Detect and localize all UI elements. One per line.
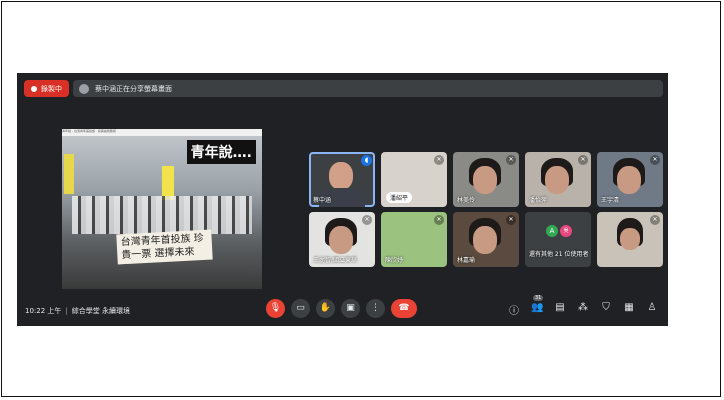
participant-video [329, 162, 353, 190]
bottom-bar: 10:22 上午 | 綜合學堂 永續環境 🎙 ▭ ✋ ▣ ⋮ ☎ ⓘ 31 👥 ▤… [17, 295, 668, 326]
mic-off-icon[interactable]: 🎙 [266, 299, 285, 318]
participant-tile[interactable]: ✕ 潘紹平 [381, 152, 447, 207]
participant-face [473, 166, 497, 194]
participant-name: 潘紹平 [386, 192, 413, 203]
mic-off-icon: ✕ [578, 155, 588, 165]
info-icon[interactable]: ⓘ [508, 302, 520, 317]
grid-icon[interactable]: ▦ [623, 302, 635, 317]
participant-name: 陳欣妤 [385, 257, 404, 264]
more-participants-tile[interactable]: A 吳 還有其他 21 位使用者 [525, 212, 591, 267]
call-controls: 🎙 ▭ ✋ ▣ ⋮ ☎ [266, 299, 417, 318]
crowd [72, 196, 252, 234]
meeting-details: 10:22 上午 | 綜合學堂 永續環境 [25, 306, 130, 316]
participant-face [329, 226, 353, 254]
participant-tile[interactable]: ✕ 王宇清 [597, 152, 663, 207]
meet-window: 錄製中 蔡中涵正在分享螢幕畫面 青年說 - 台灣青年首投族 · 投票議題簡報 台… [17, 73, 668, 326]
participant-avatar: A [546, 225, 558, 237]
shared-window-title: 青年說 - 台灣青年首投族 · 投票議題簡報 [62, 129, 262, 136]
mic-off-icon: ✕ [362, 215, 372, 225]
protest-banner: 台灣青年首投族 珍貴一票 選擇未來 [116, 229, 213, 265]
participant-face [545, 166, 569, 194]
participant-tile[interactable]: ✕ 王麗智/國立東華 [309, 212, 375, 267]
people-icon[interactable]: 31 👥 [531, 295, 543, 317]
raise-hand-icon[interactable]: ✋ [316, 299, 335, 318]
participant-face [473, 226, 497, 254]
participant-tile[interactable]: ✕ 陳欣妤 [381, 212, 447, 267]
more-icon[interactable]: ⋮ [366, 299, 385, 318]
presenter-avatar [79, 83, 89, 94]
recording-badge[interactable]: 錄製中 [24, 80, 69, 97]
mic-off-icon: ✕ [650, 155, 660, 165]
meeting-name: 綜合學堂 永續環境 [71, 307, 130, 315]
chat-icon[interactable]: ▤ [554, 302, 566, 317]
speaking-icon: ◖ [361, 155, 372, 166]
participant-face [617, 166, 641, 194]
protest-sign [64, 154, 74, 194]
shared-screen: 青年說 - 台灣青年首投族 · 投票議題簡報 台灣青年首投族 珍貴一票 選擇未來… [62, 129, 262, 289]
participant-tile[interactable]: ✕ [597, 212, 663, 267]
participant-name: 蔡中涵 [313, 197, 332, 204]
side-controls: ⓘ 31 👥 ▤ ⁂ ⛉ ▦ ♙ [508, 295, 658, 317]
participant-name: 潘怡萍 [529, 197, 548, 204]
camera-icon[interactable]: ▭ [291, 299, 310, 318]
participant-tile[interactable]: ✕ 林美伶 [453, 152, 519, 207]
activities-icon[interactable]: ⁂ [577, 302, 589, 317]
mic-off-icon: ✕ [506, 215, 516, 225]
others-label: 還有其他 21 位使用者 [529, 251, 589, 258]
end-call-icon[interactable]: ☎ [391, 299, 417, 318]
slide-caption: 青年說…. [186, 140, 256, 164]
clock: 10:22 上午 [25, 307, 62, 315]
recording-label: 錄製中 [41, 84, 62, 93]
mic-off-icon: ✕ [434, 215, 444, 225]
participant-tile[interactable]: ✕ 潘怡萍 [525, 152, 591, 207]
participant-name: 王宇清 [601, 197, 620, 204]
participant-tile[interactable]: ◖ 蔡中涵 [309, 152, 375, 207]
participant-avatar: 吳 [560, 225, 572, 237]
presenting-text: 蔡中涵正在分享螢幕畫面 [95, 84, 172, 93]
participant-name: 王麗智/國立東華 [313, 257, 358, 264]
participant-count-badge: 31 [533, 295, 544, 301]
separator: | [65, 307, 68, 315]
shield-icon[interactable]: ⛉ [600, 302, 612, 317]
present-icon[interactable]: ▣ [341, 299, 360, 318]
participant-face [620, 228, 640, 250]
protest-sign [162, 166, 174, 200]
participant-tile[interactable]: ✕ 林嘉瑜 [453, 212, 519, 267]
participant-name: 林美伶 [457, 197, 476, 204]
mic-off-icon: ✕ [506, 155, 516, 165]
participant-name: 林嘉瑜 [457, 257, 476, 264]
top-bar: 錄製中 蔡中涵正在分享螢幕畫面 [17, 73, 668, 103]
host-controls-icon[interactable]: ♙ [646, 302, 658, 317]
mic-off-icon: ✕ [650, 215, 660, 225]
presenting-banner: 蔡中涵正在分享螢幕畫面 [73, 80, 663, 97]
record-dot-icon [31, 85, 37, 92]
mic-off-icon: ✕ [434, 155, 444, 165]
